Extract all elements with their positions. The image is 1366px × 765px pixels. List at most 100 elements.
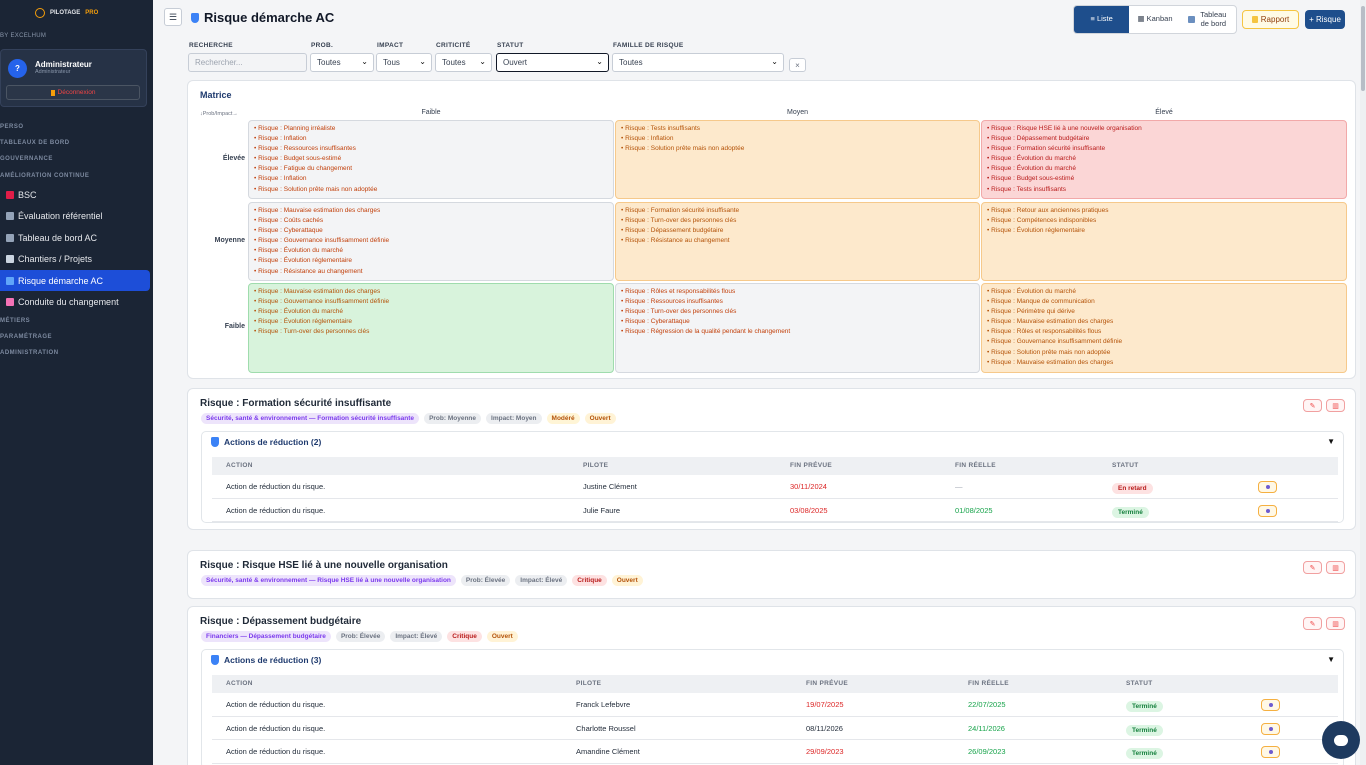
edit-button[interactable]: ✎ [1303, 561, 1322, 574]
sidebar: PILOTAGE PRO BY EXCELHUM ? Administrateu… [0, 0, 153, 765]
actions-panel: Actions de réduction (2) ▼ ACTION PILOTE FIN… [201, 431, 1344, 523]
view-dashboard-button[interactable]: Tableau de bord [1181, 6, 1236, 33]
view-button[interactable] [1261, 699, 1280, 711]
matrix-risk-item[interactable]: • Risque : Évolution du marché [987, 164, 1341, 174]
matrix-risk-item[interactable]: • Risque : Cyberattaque [254, 226, 608, 236]
impact-select[interactable]: Tous ⌄ [376, 53, 432, 72]
matrix-risk-item[interactable]: • Risque : Évolution du marché [987, 154, 1341, 164]
matrix-risk-item[interactable]: • Risque : Solution prête mais non adopt… [621, 144, 974, 154]
sidebar-item[interactable]: Tableau de bord AC [0, 227, 153, 249]
famille-select[interactable]: Toutes ⌄ [612, 53, 784, 72]
matrix-risk-item[interactable]: • Risque : Formation sécurité insuffisan… [987, 144, 1341, 154]
edit-button[interactable]: ✎ [1303, 617, 1322, 630]
scrollbar-thumb[interactable] [1361, 6, 1365, 91]
logout-button[interactable]: Déconnexion [6, 85, 140, 100]
delete-button[interactable]: ▥ [1326, 617, 1345, 630]
matrix-risk-item[interactable]: • Risque : Solution prête mais non adopt… [987, 348, 1341, 358]
matrix-risk-item[interactable]: • Risque : Tests insuffisants [621, 124, 974, 134]
edit-button[interactable]: ✎ [1303, 399, 1322, 412]
matrix-risk-item[interactable]: • Risque : Budget sous-estimé [254, 154, 608, 164]
risk-title[interactable]: Risque : Risque HSE lié à une nouvelle o… [200, 560, 448, 571]
view-button[interactable] [1258, 504, 1277, 517]
pilote-cell: Amandine Clément [576, 747, 640, 756]
matrix-risk-item[interactable]: • Risque : Inflation [621, 134, 974, 144]
matrix-risk-item[interactable]: • Risque : Compétences indisponibles [987, 216, 1341, 226]
matrix-risk-item[interactable]: • Risque : Solution prête mais non adopt… [254, 185, 608, 195]
avatar[interactable]: ? [8, 59, 27, 78]
matrix-risk-item[interactable]: • Risque : Ressources insuffisantes [254, 144, 608, 154]
menu-toggle-button[interactable]: ☰ [164, 8, 182, 26]
matrix-risk-item[interactable]: • Risque : Résistance au changement [621, 236, 974, 246]
risk-title[interactable]: Risque : Dépassement budgétaire [200, 616, 361, 627]
matrix-risk-item[interactable]: • Risque : Formation sécurité insuffisan… [621, 206, 974, 216]
nav-section-label: TABLEAUX DE BORD [0, 140, 70, 147]
sidebar-item[interactable]: Risque démarche AC [0, 269, 150, 292]
matrix-risk-item[interactable]: • Risque : Fatigue du changement [254, 164, 608, 174]
search-input[interactable]: Rechercher... [188, 53, 307, 72]
matrix-risk-item[interactable]: • Risque : Gouvernance insuffisamment dé… [254, 297, 608, 307]
matrix-risk-item[interactable]: • Risque : Inflation [254, 174, 608, 184]
view-list-button[interactable]: ≡ Liste [1074, 6, 1130, 33]
matrix-risk-item[interactable]: • Risque : Périmètre qui dérive [987, 307, 1341, 317]
matrix-risk-item[interactable]: • Risque : Résistance au changement [254, 267, 608, 277]
matrix-risk-item[interactable]: • Risque : Évolution réglementaire [254, 317, 608, 327]
matrix-risk-item[interactable]: • Risque : Budget sous-estimé [987, 174, 1341, 184]
prob-value: Toutes [317, 58, 341, 67]
matrix-risk-item[interactable]: • Risque : Gouvernance insuffisamment dé… [987, 337, 1341, 347]
matrix-risk-item[interactable]: • Risque : Mauvaise estimation des charg… [987, 317, 1341, 327]
prob-select[interactable]: Toutes ⌄ [310, 53, 374, 72]
view-button[interactable] [1258, 481, 1277, 493]
matrix-risk-item[interactable]: • Risque : Gouvernance insuffisamment dé… [254, 236, 608, 246]
risk-title[interactable]: Risque : Formation sécurité insuffisante [200, 398, 391, 409]
delete-button[interactable]: ▥ [1326, 561, 1345, 574]
actions-header[interactable]: Actions de réduction (3) ▼ [202, 650, 1343, 670]
matrix-risk-item[interactable]: • Risque : Turn-over des personnes clés [621, 216, 974, 226]
matrix-risk-item[interactable]: • Risque : Ressources insuffisantes [621, 297, 974, 307]
matrix-risk-item[interactable]: • Risque : Évolution réglementaire [254, 256, 608, 266]
column-header: PILOTE [576, 680, 602, 687]
view-button[interactable] [1261, 746, 1280, 758]
matrix-risk-item[interactable]: • Risque : Mauvaise estimation des charg… [254, 206, 608, 216]
matrix-risk-item[interactable]: • Risque : Tests insuffisants [987, 185, 1341, 195]
collapse-icon[interactable]: ▼ [1327, 437, 1335, 446]
matrix-risk-item[interactable]: • Risque : Dépassement budgétaire [987, 134, 1341, 144]
matrix-risk-item[interactable]: • Risque : Mauvaise estimation des charg… [987, 358, 1341, 368]
sidebar-item[interactable]: Conduite du changement [0, 291, 153, 313]
matrix-risk-item[interactable]: • Risque : Évolution du marché [987, 287, 1341, 297]
matrix-risk-label: Risque : Solution prête mais non adoptée [991, 348, 1111, 356]
matrix-risk-item[interactable]: • Risque : Turn-over des personnes clés [621, 307, 974, 317]
matrix-risk-label: Risque : Résistance au changement [258, 267, 363, 275]
matrix-risk-item[interactable]: • Risque : Manque de communication [987, 297, 1341, 307]
view-kanban-button[interactable]: ▦ Kanban [1129, 6, 1180, 33]
table-header: ACTION PILOTE FIN PRÉVUE FIN RÉELLE STATUT [212, 457, 1338, 475]
clear-filters-button[interactable]: × [789, 58, 806, 72]
scrollbar[interactable] [1360, 0, 1366, 765]
sidebar-item[interactable]: BSC [0, 184, 153, 206]
add-risk-button[interactable]: + Risque [1305, 10, 1345, 29]
matrix-risk-item[interactable]: • Risque : Retour aux anciennes pratique… [987, 206, 1341, 216]
collapse-icon[interactable]: ▼ [1327, 655, 1335, 664]
matrix-risk-item[interactable]: • Risque : Risque HSE lié à une nouvelle… [987, 124, 1341, 134]
view-button[interactable] [1261, 722, 1280, 735]
matrix-risk-item[interactable]: • Risque : Rôles et responsabilités flou… [621, 287, 974, 297]
matrix-risk-item[interactable]: • Risque : Évolution du marché [254, 307, 608, 317]
matrix-risk-item[interactable]: • Risque : Dépassement budgétaire [621, 226, 974, 236]
matrix-risk-item[interactable]: • Risque : Évolution du marché [254, 246, 608, 256]
matrix-risk-item[interactable]: • Risque : Cyberattaque [621, 317, 974, 327]
matrix-risk-item[interactable]: • Risque : Évolution réglementaire [987, 226, 1341, 236]
matrix-risk-item[interactable]: • Risque : Planning irréaliste [254, 124, 608, 134]
chat-button[interactable] [1322, 721, 1360, 759]
matrix-risk-item[interactable]: • Risque : Coûts cachés [254, 216, 608, 226]
matrix-risk-item[interactable]: • Risque : Rôles et responsabilités flou… [987, 327, 1341, 337]
report-button[interactable]: Rapport [1242, 10, 1299, 29]
statut-select[interactable]: Ouvert ⌄ [496, 53, 609, 72]
matrix-risk-item[interactable]: • Risque : Inflation [254, 134, 608, 144]
actions-header[interactable]: Actions de réduction (2) ▼ [202, 432, 1343, 452]
matrix-risk-item[interactable]: • Risque : Régression de la qualité pend… [621, 327, 974, 337]
sidebar-item[interactable]: Évaluation référentiel [0, 205, 153, 227]
matrix-risk-item[interactable]: • Risque : Mauvaise estimation des charg… [254, 287, 608, 297]
criticite-select[interactable]: Toutes ⌄ [435, 53, 492, 72]
delete-button[interactable]: ▥ [1326, 399, 1345, 412]
sidebar-item[interactable]: Chantiers / Projets [0, 248, 153, 270]
matrix-risk-item[interactable]: • Risque : Turn-over des personnes clés [254, 327, 608, 337]
